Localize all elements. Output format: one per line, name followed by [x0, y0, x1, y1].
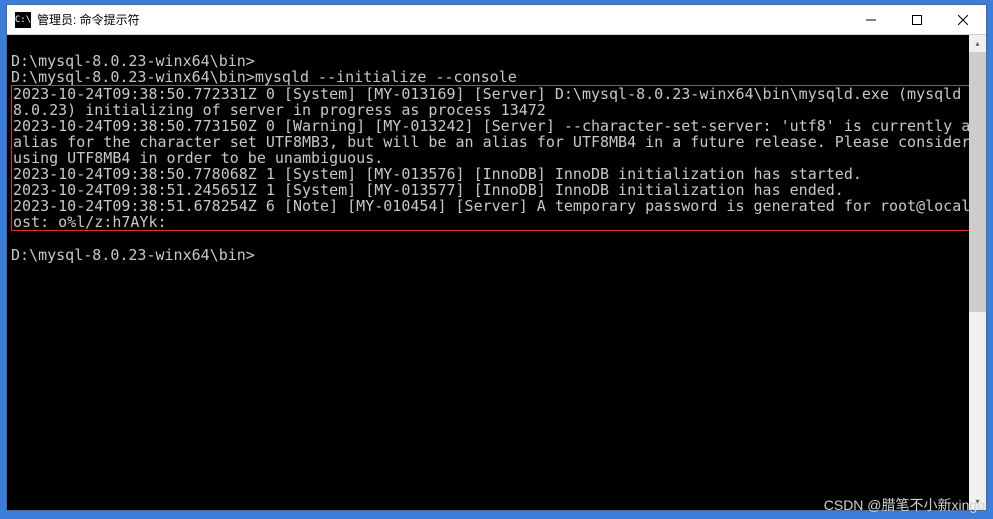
scroll-up-button[interactable]: ▴ — [969, 35, 986, 52]
terminal-content: D:\mysql-8.0.23-winx64\bin> D:\mysql-8.0… — [7, 35, 986, 281]
watermark-text: CSDN @腊笔不小新xingo — [824, 495, 985, 515]
cmd-icon: C:\ — [15, 12, 31, 28]
prompt-line: D:\mysql-8.0.23-winx64\bin> — [11, 246, 255, 264]
terminal-area[interactable]: D:\mysql-8.0.23-winx64\bin> D:\mysql-8.0… — [7, 35, 986, 510]
scroll-thumb[interactable] — [969, 52, 986, 312]
window-title: 管理员: 命令提示符 — [37, 11, 140, 28]
titlebar[interactable]: C:\ 管理员: 命令提示符 — [7, 5, 986, 35]
command-text: mysqld --initialize --console — [255, 68, 517, 86]
minimize-button[interactable] — [848, 5, 894, 34]
maximize-icon — [912, 15, 922, 25]
minimize-icon — [866, 15, 876, 25]
output-line: 2023-10-24T09:38:51.678254Z 6 [Note] [MY… — [13, 197, 979, 231]
output-highlight-box: 2023-10-24T09:38:50.772331Z 0 [System] [… — [11, 85, 982, 231]
prompt-line: D:\mysql-8.0.23-winx64\bin> — [11, 68, 255, 86]
chevron-up-icon: ▴ — [975, 39, 979, 48]
output-line: 2023-10-24T09:38:50.773150Z 0 [Warning] … — [13, 117, 986, 167]
cmd-window: C:\ 管理员: 命令提示符 D:\mysql-8.0.23-winx64\bi… — [6, 4, 987, 511]
vertical-scrollbar[interactable]: ▴ ▾ — [969, 35, 986, 510]
close-button[interactable] — [940, 5, 986, 34]
close-icon — [958, 15, 968, 25]
maximize-button[interactable] — [894, 5, 940, 34]
window-controls — [848, 5, 986, 34]
output-line: 2023-10-24T09:38:50.772331Z 0 [System] [… — [13, 85, 970, 119]
